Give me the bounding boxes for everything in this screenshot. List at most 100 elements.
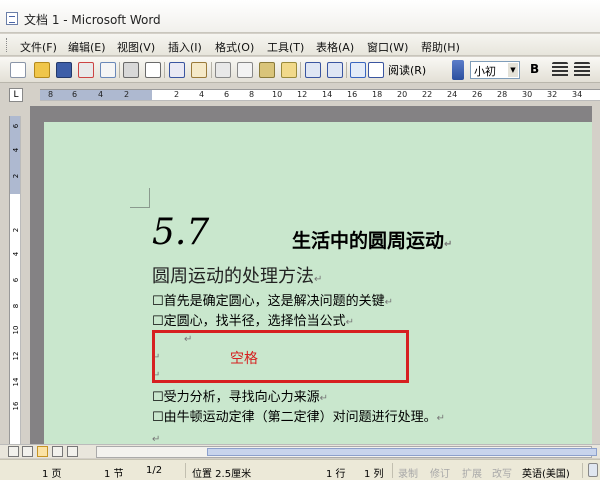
font-size-select[interactable]: 小初 ▼	[470, 61, 520, 79]
align-justify-icon[interactable]	[552, 62, 568, 78]
menu-bar: 文件(F) 编辑(E) 视图(V) 插入(I) 格式(O) 工具(T) 表格(A…	[0, 34, 600, 56]
ruler-number: 8	[249, 90, 255, 99]
left-margin-area	[40, 90, 152, 100]
ruler-number: 26	[472, 90, 483, 99]
ruler-number: 2	[174, 90, 180, 99]
status-page: 1 页	[42, 469, 62, 480]
word-document-icon	[6, 12, 18, 25]
menu-view[interactable]: 视图(V)	[117, 39, 155, 55]
ruler-number: 28	[497, 90, 508, 99]
status-position: 位置 2.5厘米	[192, 469, 252, 480]
reading-layout-view-button[interactable]	[67, 446, 78, 457]
toolbar-separator	[346, 62, 347, 78]
status-record[interactable]: 录制	[398, 465, 418, 480]
print-preview-icon[interactable]	[145, 62, 161, 78]
section-title[interactable]: 圆周运动的处理方法↵	[152, 262, 322, 288]
align-center-icon[interactable]	[574, 62, 590, 78]
new-icon[interactable]	[10, 62, 26, 78]
paste-icon[interactable]	[259, 62, 275, 78]
status-separator	[392, 463, 393, 478]
ruler-number: 2	[12, 173, 20, 179]
hyperlink-icon[interactable]	[350, 62, 366, 78]
status-separator	[185, 463, 186, 478]
status-line: 1 行	[326, 469, 346, 480]
cut-icon[interactable]	[215, 62, 231, 78]
menu-insert[interactable]: 插入(I)	[168, 39, 202, 55]
reading-mode-button[interactable]: 阅读(R)	[388, 62, 426, 78]
ruler-number: 16	[347, 90, 358, 99]
table-icon[interactable]	[368, 62, 384, 78]
undo-icon[interactable]	[305, 62, 321, 78]
bullet-line[interactable]: ☐由牛顿运动定律（第二定律）对问题进行处理。↵	[152, 406, 445, 425]
menu-tools[interactable]: 工具(T)	[267, 39, 304, 55]
normal-view-button[interactable]	[8, 446, 19, 457]
web-view-button[interactable]	[22, 446, 33, 457]
menu-table[interactable]: 表格(A)	[316, 39, 354, 55]
ruler-number: 10	[272, 90, 283, 99]
save-icon[interactable]	[56, 62, 72, 78]
ruler-strip[interactable]: 8 6 4 2 2 4 6 8 10 12 14 16 18 20 22 24 …	[40, 89, 600, 101]
research-icon[interactable]	[191, 62, 207, 78]
menu-edit[interactable]: 编辑(E)	[68, 39, 106, 55]
menu-help[interactable]: 帮助(H)	[421, 39, 460, 55]
status-column: 1 列	[364, 469, 384, 480]
view-and-scroll-bar	[0, 444, 600, 458]
print-icon[interactable]	[123, 62, 139, 78]
status-overtype[interactable]: 改写	[492, 465, 512, 480]
copy-icon[interactable]	[237, 62, 253, 78]
ruler-number: 16	[12, 401, 20, 411]
status-track-changes[interactable]: 修订	[430, 465, 450, 480]
permission-icon[interactable]	[78, 62, 94, 78]
menu-file[interactable]: 文件(F)	[20, 39, 57, 55]
horizontal-ruler[interactable]: L 8 6 4 2 2 4 6 8 10 12 14 16 18 20 22 2…	[0, 84, 600, 106]
chapter-number[interactable]: 5.7	[152, 212, 209, 253]
format-painter-icon[interactable]	[281, 62, 297, 78]
menu-grip-handle[interactable]	[6, 38, 9, 52]
toolbar-separator	[119, 62, 120, 78]
spelling-icon[interactable]	[169, 62, 185, 78]
window-title: 文档 1 - Microsoft Word	[24, 13, 161, 27]
ruler-number: 32	[547, 90, 558, 99]
chevron-down-icon[interactable]: ▼	[508, 63, 518, 77]
tab-selector[interactable]: L	[9, 88, 23, 102]
spelling-status-icon[interactable]	[588, 463, 598, 477]
menu-window[interactable]: 窗口(W)	[367, 39, 408, 55]
ruler-number: 6	[224, 90, 230, 99]
bullet-line[interactable]: ☐首先是确定圆心，这是解决问题的关键↵	[152, 290, 393, 309]
toolbar-separator	[211, 62, 212, 78]
ruler-number: 8	[12, 303, 20, 309]
status-bar: 1 页 1 节 1/2 位置 2.5厘米 1 行 1 列 录制 修订 扩展 改写…	[0, 459, 600, 480]
margin-crop-mark	[130, 188, 150, 208]
ruler-number: 20	[397, 90, 408, 99]
status-extend[interactable]: 扩展	[462, 465, 482, 480]
vertical-ruler[interactable]: 6 4 2 2 4 6 8 10 12 14 16	[9, 116, 21, 446]
ruler-number: 8	[48, 90, 54, 99]
status-separator	[582, 463, 583, 478]
chapter-title[interactable]: 生活中的圆周运动↵	[292, 226, 452, 253]
print-layout-view-button[interactable]	[37, 446, 48, 457]
ruler-number: 6	[12, 123, 20, 129]
ruler-number: 24	[447, 90, 458, 99]
toolbar-separator	[300, 62, 301, 78]
horizontal-scroll-thumb[interactable]	[207, 448, 597, 456]
ruler-number: 6	[72, 90, 78, 99]
toolbar-options-button[interactable]	[452, 60, 464, 80]
email-icon[interactable]	[100, 62, 116, 78]
open-icon[interactable]	[34, 62, 50, 78]
bullet-line[interactable]: ☐定圆心，找半径，选择恰当公式↵	[152, 310, 354, 329]
annotation-label: 空格	[230, 351, 258, 367]
ruler-number: 12	[12, 351, 20, 361]
toolbar-separator	[164, 62, 165, 78]
standard-toolbar: 阅读(R) 小初 ▼ B	[0, 57, 600, 83]
outline-view-button[interactable]	[52, 446, 63, 457]
bold-button[interactable]: B	[530, 62, 539, 76]
ruler-number: 22	[422, 90, 433, 99]
bullet-line[interactable]: ☐受力分析，寻找向心力来源↵	[152, 386, 328, 405]
ruler-number: 18	[372, 90, 383, 99]
vertical-scrollbar[interactable]	[592, 106, 600, 446]
menu-format[interactable]: 格式(O)	[215, 39, 254, 55]
redo-icon[interactable]	[327, 62, 343, 78]
horizontal-scrollbar[interactable]	[96, 446, 597, 458]
ruler-number: 10	[12, 325, 20, 335]
ruler-number: 12	[297, 90, 308, 99]
